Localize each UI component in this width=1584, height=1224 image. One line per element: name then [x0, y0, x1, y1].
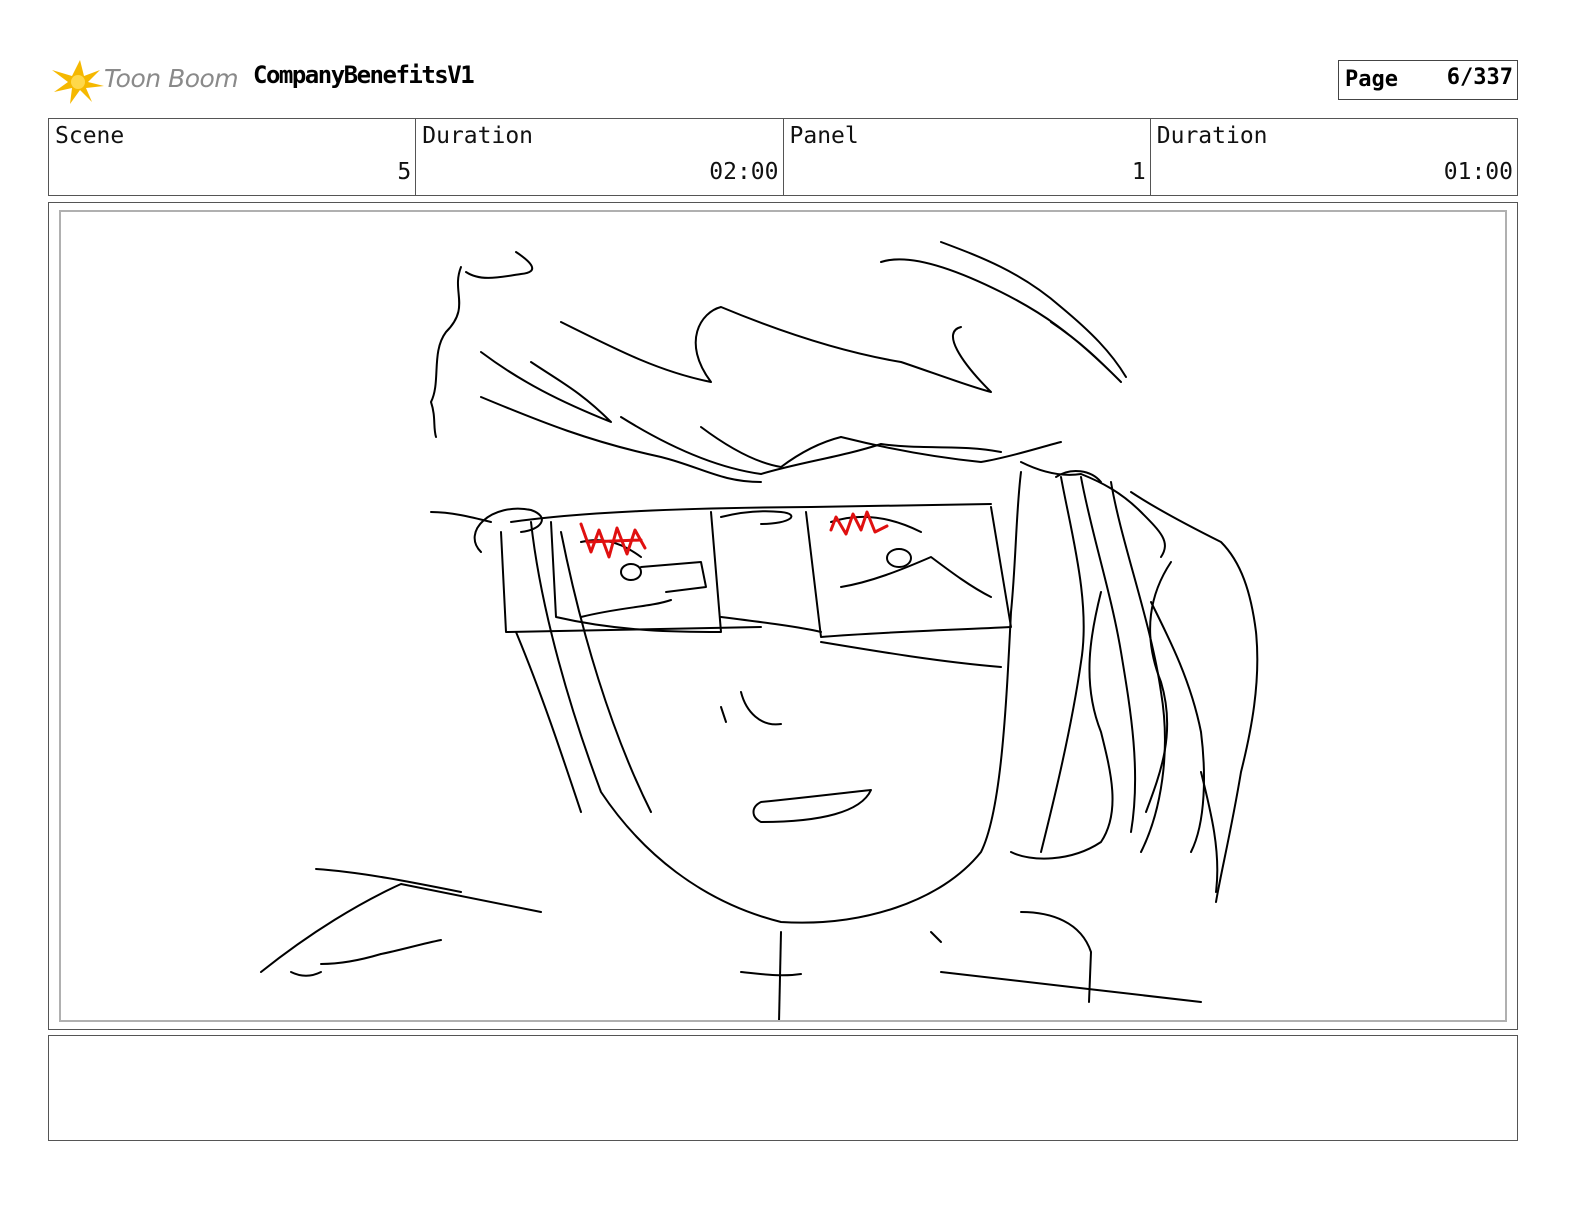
panel-duration-value: 01:00 — [1443, 159, 1513, 185]
panel-info-row: Scene 5 Duration 02:00 Panel 1 Duration … — [48, 118, 1518, 196]
notes-box — [48, 1035, 1518, 1141]
scene-duration-cell: Duration 02:00 — [416, 119, 784, 195]
panel-value: 1 — [1131, 159, 1146, 185]
toon-boom-logo: Toon Boom — [50, 56, 240, 106]
logo-text: Toon Boom — [104, 64, 239, 93]
scene-duration-label: Duration — [422, 123, 534, 149]
sketch-drawing — [260, 241, 1259, 1020]
storyboard-panel — [48, 202, 1518, 1030]
panel-drawing-area — [59, 210, 1507, 1022]
panel-label: Panel — [789, 123, 859, 149]
scene-value: 5 — [397, 159, 412, 185]
panel-duration-label: Duration — [1156, 123, 1268, 149]
project-title: CompanyBenefitsV1 — [253, 61, 475, 89]
scene-cell: Scene 5 — [49, 119, 417, 195]
panel-duration-cell: Duration 01:00 — [1151, 119, 1517, 195]
panel-cell: Panel 1 — [784, 119, 1151, 195]
starburst-icon — [52, 60, 104, 104]
character-sketch — [260, 241, 1259, 1020]
page-counter: Page 6/337 — [1338, 60, 1518, 100]
page-label: Page — [1345, 67, 1398, 92]
scene-duration-value: 02:00 — [709, 159, 779, 185]
page-value: 6/337 — [1446, 65, 1513, 90]
scene-label: Scene — [55, 123, 125, 149]
